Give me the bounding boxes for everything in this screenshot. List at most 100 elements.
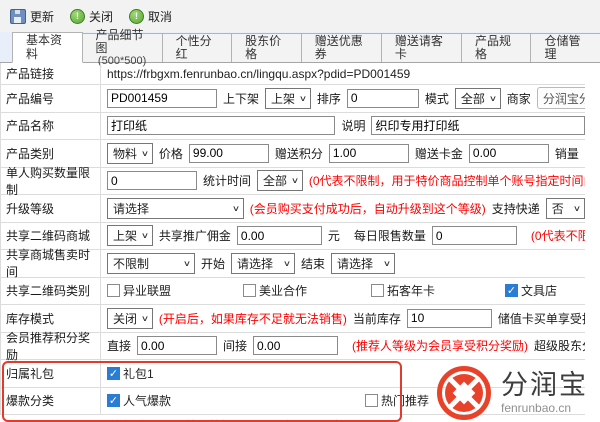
- checkbox-remen-tuijian[interactable]: 热门推荐: [365, 392, 429, 409]
- updown-label: 上下架: [223, 90, 259, 107]
- start-value: 请选择: [237, 255, 273, 272]
- tab-shareholder-price[interactable]: 股东价格: [231, 33, 302, 62]
- category-select[interactable]: 物料∨: [107, 143, 153, 164]
- super-dividend-label: 超级股东分红金额: [534, 337, 585, 354]
- checkbox-icon: [371, 284, 384, 297]
- tab-gift-treat-card[interactable]: 赠送请客卡: [381, 33, 462, 62]
- checkbox-meiye-hezuo[interactable]: 美业合作: [243, 282, 365, 299]
- product-edit-page: 更新 ! 关闭 ! 取消 基本资料 产品细节图 (500*500) 个性分红 股…: [0, 0, 600, 422]
- indirect-reward-input[interactable]: [253, 336, 338, 355]
- merchant-select[interactable]: 分润宝分销系统▾: [537, 87, 585, 109]
- close-icon: !: [70, 9, 85, 24]
- merchant-value: 分润宝分销系统: [543, 90, 585, 107]
- card-input[interactable]: [469, 144, 549, 163]
- tab-label: 赠送请客卡: [395, 35, 448, 61]
- tab-warehouse[interactable]: 仓储管理: [530, 33, 600, 62]
- tab-gift-coupon[interactable]: 赠送优惠券: [301, 33, 382, 62]
- update-button[interactable]: 更新: [10, 8, 54, 25]
- checkbox-label: 礼包1: [123, 365, 154, 382]
- field-label: 单人购买数量限制: [1, 168, 101, 195]
- commission-label: 共享推广佣金: [159, 227, 231, 244]
- stock-mode-select[interactable]: 关闭 ∨: [107, 308, 153, 329]
- upgrade-level-select[interactable]: 请选择∨: [107, 198, 244, 219]
- mode-select[interactable]: 全部 ∨: [455, 88, 501, 109]
- tab-product-spec[interactable]: 产品规格: [461, 33, 532, 62]
- row-share-sale-time: 共享商城售卖时间 不限制∨ 开始 请选择∨ 结束 请选择∨: [1, 250, 585, 278]
- points-input[interactable]: [329, 144, 409, 163]
- close-button[interactable]: ! 关闭: [70, 8, 113, 25]
- tab-strip: 基本资料 产品细节图 (500*500) 个性分红 股东价格 赠送优惠券 赠送请…: [0, 32, 600, 63]
- checkbox-libao1[interactable]: ✓礼包1: [107, 365, 154, 382]
- start-select[interactable]: 请选择∨: [231, 253, 295, 274]
- chevron-down-icon: ∨: [573, 204, 581, 213]
- price-input[interactable]: [189, 144, 269, 163]
- points-label: 赠送积分: [275, 145, 323, 162]
- tab-detail-images[interactable]: 产品细节图 (500*500): [82, 33, 163, 62]
- end-select[interactable]: 请选择∨: [331, 253, 395, 274]
- mode-value: 全部: [461, 90, 485, 107]
- field-label: 共享二维码商城: [1, 223, 101, 250]
- checkbox-label: 美业合作: [259, 282, 307, 299]
- tab-label: 基本资料: [26, 34, 69, 60]
- chevron-down-icon: ∨: [183, 259, 191, 268]
- cancel-button[interactable]: ! 取消: [129, 8, 172, 25]
- share-shop-select[interactable]: 上架∨: [107, 225, 153, 246]
- checkbox-checked-icon: ✓: [107, 367, 120, 380]
- checkbox-label: 人气爆款: [123, 392, 171, 409]
- field-label: 产品类别: [1, 140, 101, 167]
- field-label: 归属礼包: [1, 360, 101, 387]
- commission-input[interactable]: [237, 226, 322, 245]
- product-name-input[interactable]: [107, 116, 335, 135]
- price-label: 价格: [159, 145, 183, 162]
- updown-select[interactable]: 上架∨: [265, 88, 311, 109]
- checkbox-label: 文具店: [521, 282, 557, 299]
- daily-limit-label: 每日限售数量: [354, 227, 426, 244]
- current-stock-input[interactable]: [407, 309, 492, 328]
- field-label: 产品链接: [1, 63, 101, 84]
- daily-limit-input[interactable]: [432, 226, 517, 245]
- current-stock-label: 当前库存: [353, 310, 401, 327]
- sales-label: 销量: [555, 145, 579, 162]
- tab-personal-dividend[interactable]: 个性分红: [162, 33, 233, 62]
- merchant-label: 商家: [507, 90, 531, 107]
- stock-mode-value: 关闭: [113, 310, 137, 327]
- toolbar: 更新 ! 关闭 ! 取消: [0, 0, 600, 32]
- chevron-down-icon: ∨: [141, 314, 149, 323]
- product-desc-input[interactable]: [371, 116, 585, 135]
- express-value: 否: [552, 200, 564, 217]
- sale-time-select[interactable]: 不限制∨: [107, 253, 195, 274]
- tab-label: 个性分红: [176, 35, 219, 61]
- field-label: 产品名称: [1, 113, 101, 140]
- indirect-label: 间接: [223, 337, 247, 354]
- field-label: 共享商城售卖时间: [1, 250, 101, 277]
- limit-input[interactable]: [107, 171, 197, 190]
- coin-logo-icon: [437, 366, 491, 420]
- express-select[interactable]: 否∨: [546, 198, 585, 219]
- chevron-down-icon: ∨: [489, 94, 497, 103]
- stat-time-select[interactable]: 全部∨: [257, 170, 303, 191]
- checkbox-icon: [243, 284, 256, 297]
- chevron-down-icon: ∨: [141, 231, 149, 240]
- product-code-input[interactable]: [107, 89, 217, 108]
- clipped-footer-note: (礼包 在页面上放个按钮设置以上会员可以购买): [106, 417, 357, 422]
- mode-label: 模式: [425, 90, 449, 107]
- row-product-link: 产品链接 https://frbgxm.fenrunbao.cn/lingqu.…: [1, 63, 585, 85]
- product-link-url: https://frbgxm.fenrunbao.cn/lingqu.aspx?…: [107, 67, 410, 81]
- share-shop-note: (0代表不限制): [531, 227, 585, 244]
- checkbox-yiye-lianmeng[interactable]: 异业联盟: [107, 282, 237, 299]
- direct-reward-input[interactable]: [137, 336, 217, 355]
- checkbox-renqi-baokuan[interactable]: ✓人气爆款: [107, 392, 359, 409]
- tab-label: 仓储管理: [544, 35, 587, 61]
- product-form: 产品链接 https://frbgxm.fenrunbao.cn/lingqu.…: [0, 63, 585, 415]
- close-button-label: 关闭: [89, 8, 113, 25]
- checkbox-wenjudian[interactable]: ✓文具店: [505, 282, 557, 299]
- end-label: 结束: [301, 255, 325, 272]
- sort-input[interactable]: [347, 89, 419, 108]
- tab-basic-info[interactable]: 基本资料: [12, 32, 83, 63]
- sort-label: 排序: [317, 90, 341, 107]
- row-purchase-limit: 单人购买数量限制 统计时间 全部∨ (0代表不限制，用于特价商品控制单个账号指定…: [1, 168, 585, 196]
- checkbox-tuoke-nianka[interactable]: 拓客年卡: [371, 282, 499, 299]
- row-referral-reward: 会员推荐积分奖励 直接 间接 (推荐人等级为会员享受积分奖励) 超级股东分红金额…: [1, 333, 585, 361]
- field-label: 升级等级: [1, 195, 101, 222]
- reward-note: (推荐人等级为会员享受积分奖励): [352, 337, 528, 354]
